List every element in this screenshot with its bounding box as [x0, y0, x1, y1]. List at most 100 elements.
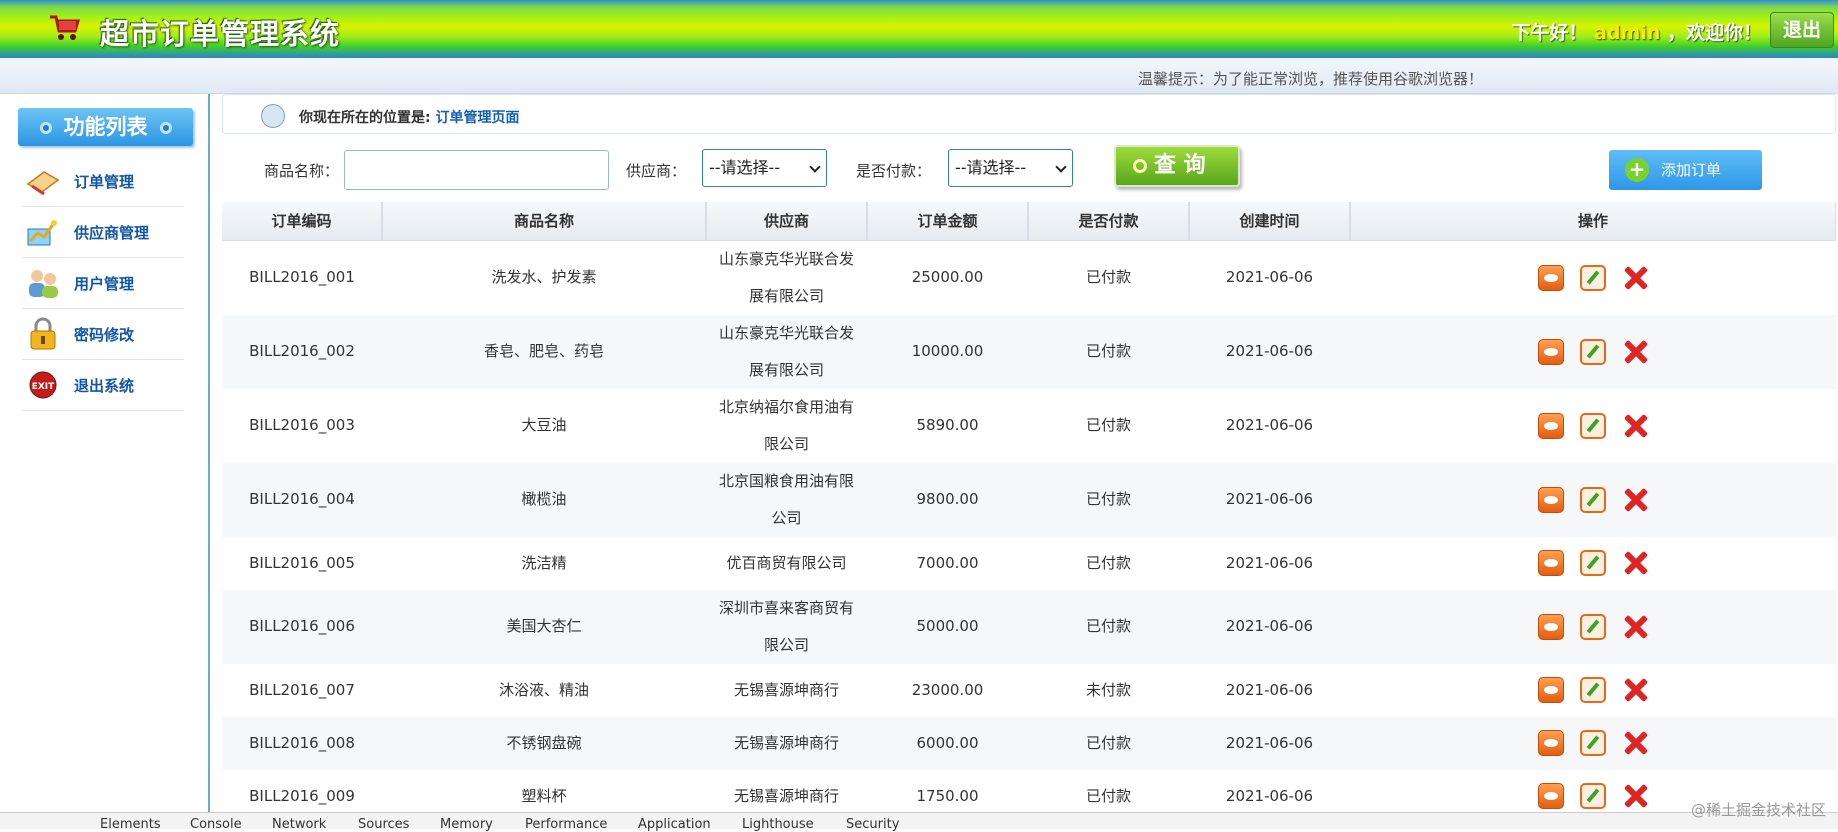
app-header: 超市订单管理系统 下午好！ admin ，欢迎你！ 退出 — [0, 0, 1838, 58]
cell-paid: 已付款 — [1028, 314, 1189, 389]
delete-icon[interactable] — [1622, 677, 1648, 703]
edit-icon[interactable] — [1580, 412, 1606, 439]
devtools-tab[interactable]: Network — [272, 817, 326, 832]
breadcrumb-current[interactable]: 订单管理页面 — [435, 110, 519, 126]
row-actions — [1350, 264, 1836, 291]
cell-created: 2021-06-06 — [1189, 663, 1350, 717]
edit-icon[interactable] — [1580, 730, 1606, 756]
cell-amount: 5000.00 — [867, 589, 1028, 664]
table-row: BILL2016_005 洗洁精 优百商贸有限公司 7000.00 已付款 2021-06… — [222, 536, 1836, 590]
edit-icon[interactable] — [1580, 677, 1606, 703]
cell-code: BILL2016_001 — [222, 240, 382, 315]
view-icon[interactable] — [1538, 730, 1564, 756]
view-icon[interactable] — [1538, 550, 1564, 576]
cell-created: 2021-06-06 — [1189, 716, 1350, 770]
lock-icon — [30, 317, 56, 350]
cell-supplier: 北京纳福尔食用油有限公司 — [706, 388, 867, 463]
supplier-label: 供应商： — [626, 162, 687, 180]
cell-supplier: 深圳市喜来客商贸有限公司 — [706, 589, 867, 664]
username: admin — [1594, 22, 1661, 44]
view-icon[interactable] — [1538, 338, 1564, 365]
cell-actions — [1350, 388, 1836, 463]
cell-paid: 已付款 — [1028, 589, 1189, 664]
sidebar-item-label: 密码修改 — [74, 325, 135, 344]
home-icon[interactable] — [261, 104, 285, 128]
devtools-tab[interactable]: Performance — [525, 817, 607, 832]
supplier-selected: --请选择-- — [709, 158, 781, 177]
add-order-button[interactable]: + 添加订单 — [1609, 150, 1762, 190]
sidebar-item-users[interactable]: 用户管理 — [22, 258, 184, 309]
sidebar-item-password[interactable]: 密码修改 — [22, 309, 184, 360]
delete-icon[interactable] — [1622, 339, 1648, 365]
delete-icon[interactable] — [1622, 487, 1648, 513]
cell-amount: 10000.00 — [867, 314, 1028, 389]
cell-actions — [1350, 589, 1836, 664]
column-header: 订单编码 — [222, 202, 383, 241]
cell-paid: 已付款 — [1028, 536, 1189, 590]
delete-icon[interactable] — [1622, 413, 1648, 439]
edit-icon[interactable] — [1580, 338, 1606, 365]
delete-icon[interactable] — [1622, 265, 1648, 291]
paid-select[interactable]: --请选择-- — [948, 149, 1073, 187]
logout-button[interactable]: 退出 — [1770, 12, 1834, 48]
table-header-row: 订单编码 商品名称 供应商 订单金额 是否付款 创建时间 操作 — [222, 202, 1836, 241]
edit-icon[interactable] — [1580, 783, 1606, 809]
cell-code: BILL2016_006 — [222, 589, 382, 664]
cell-code: BILL2016_007 — [222, 663, 382, 717]
greeting-prefix: 下午好！ — [1511, 22, 1588, 44]
devtools-tab[interactable]: Lighthouse — [742, 817, 814, 832]
cell-product: 洗发水、护发素 — [382, 240, 706, 315]
devtools-tab[interactable]: Console — [190, 817, 242, 832]
app-title: 超市订单管理系统 — [100, 17, 341, 51]
cell-product: 大豆油 — [382, 388, 706, 463]
cart-icon — [50, 15, 80, 40]
row-actions — [1350, 486, 1836, 513]
chevron-down-icon — [809, 161, 821, 173]
edit-icon[interactable] — [1580, 486, 1606, 513]
view-icon[interactable] — [1538, 677, 1564, 703]
view-icon[interactable] — [1538, 783, 1564, 809]
delete-icon[interactable] — [1622, 550, 1648, 576]
view-icon[interactable] — [1538, 613, 1564, 640]
cell-supplier: 无锡喜源坤商行 — [706, 716, 867, 770]
cell-supplier: 无锡喜源坤商行 — [706, 769, 867, 812]
supplier-icon — [27, 220, 57, 246]
cell-paid: 已付款 — [1028, 462, 1189, 537]
cell-created: 2021-06-06 — [1189, 536, 1350, 590]
cell-code: BILL2016_004 — [222, 462, 382, 537]
delete-icon[interactable] — [1622, 783, 1648, 809]
row-actions — [1350, 730, 1836, 756]
cell-code: BILL2016_008 — [222, 716, 382, 770]
sidebar-item-orders[interactable]: 订单管理 — [22, 156, 184, 207]
cell-actions — [1350, 462, 1836, 537]
product-name-input[interactable] — [344, 150, 609, 190]
column-header: 是否付款 — [1028, 202, 1190, 241]
devtools-tab[interactable]: Memory — [440, 817, 493, 832]
cell-code: BILL2016_005 — [222, 536, 382, 590]
edit-icon[interactable] — [1580, 264, 1606, 291]
query-button[interactable]: 查 询 — [1114, 145, 1240, 187]
order-table: 订单编码 商品名称 供应商 订单金额 是否付款 创建时间 操作 BILL2016… — [222, 202, 1836, 812]
column-header: 商品名称 — [382, 202, 707, 241]
sidebar-item-label: 退出系统 — [74, 376, 135, 395]
delete-icon[interactable] — [1622, 730, 1648, 756]
supplier-select[interactable]: --请选择-- — [702, 149, 827, 187]
sidebar-item-label: 供应商管理 — [74, 223, 150, 242]
devtools-tab[interactable]: Security — [846, 817, 899, 832]
cell-paid: 已付款 — [1028, 240, 1189, 315]
delete-icon[interactable] — [1622, 614, 1648, 640]
sidebar-item-suppliers[interactable]: 供应商管理 — [22, 207, 184, 258]
view-icon[interactable] — [1538, 486, 1564, 513]
view-icon[interactable] — [1538, 264, 1564, 291]
devtools-tab[interactable]: Application — [638, 817, 711, 832]
cell-supplier: 北京国粮食用油有限公司 — [706, 462, 867, 537]
exit-icon: EXIT — [29, 371, 57, 399]
cell-product: 香皂、肥皂、药皂 — [382, 314, 706, 389]
edit-icon[interactable] — [1580, 550, 1606, 576]
edit-icon[interactable] — [1580, 613, 1606, 640]
devtools-tab[interactable]: Sources — [358, 817, 409, 832]
view-icon[interactable] — [1538, 412, 1564, 439]
devtools-tab[interactable]: Elements — [100, 817, 161, 832]
cell-amount: 6000.00 — [867, 716, 1028, 770]
sidebar-item-exit[interactable]: EXIT 退出系统 — [22, 360, 184, 411]
